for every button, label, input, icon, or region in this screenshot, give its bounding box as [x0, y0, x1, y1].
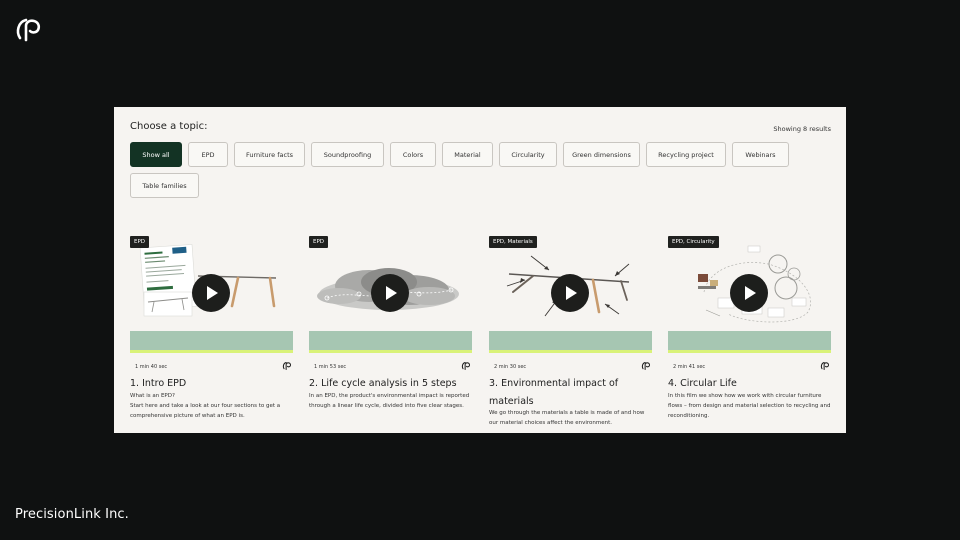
- company-name: PrecisionLink Inc.: [15, 507, 129, 522]
- video-duration: 2 min 41 sec: [673, 364, 706, 370]
- card-tag: EPD: [309, 236, 329, 248]
- brand-mini-icon: [282, 362, 292, 370]
- chip-colors[interactable]: Colors: [390, 142, 436, 167]
- card-description: In this film we show how we work with ci…: [668, 393, 831, 419]
- card-tag: EPD, Materials: [489, 236, 537, 248]
- chip-show-all[interactable]: Show all: [130, 142, 182, 167]
- chip-furniture-facts[interactable]: Furniture facts: [234, 142, 305, 167]
- play-button[interactable]: [551, 274, 589, 312]
- chip-epd[interactable]: EPD: [188, 142, 228, 167]
- play-button[interactable]: [730, 274, 768, 312]
- card-description: In an EPD, the product's environmental i…: [309, 393, 470, 409]
- video-library-panel: Choose a topic: Showing 8 results Show a…: [114, 107, 846, 433]
- play-icon: [386, 286, 397, 300]
- card-title[interactable]: 3. Environmental impact of materials: [489, 375, 652, 411]
- chip-table-families[interactable]: Table families: [130, 173, 199, 198]
- card-color-bar: [668, 331, 831, 353]
- video-duration: 2 min 30 sec: [494, 364, 527, 370]
- chip-material[interactable]: Material: [442, 142, 493, 167]
- video-card-grid: EPD 1 min 40 sec 1. Intro EPD What is an…: [130, 234, 831, 433]
- card-tag: EPD, Circularity: [668, 236, 719, 248]
- precisionlink-logo-icon: [16, 18, 41, 42]
- play-button[interactable]: [371, 274, 409, 312]
- chip-green-dimensions[interactable]: Green dimensions: [563, 142, 640, 167]
- topic-filter-chips: Show all EPD Furniture facts Soundproofi…: [130, 142, 830, 198]
- results-count: Showing 8 results: [773, 125, 831, 133]
- play-icon: [207, 286, 218, 300]
- brand-mini-icon: [461, 362, 471, 370]
- brand-mini-icon: [820, 362, 830, 370]
- video-duration: 1 min 53 sec: [314, 364, 347, 370]
- choose-topic-label: Choose a topic:: [130, 121, 208, 132]
- brand-mini-icon: [641, 362, 651, 370]
- chip-soundproofing[interactable]: Soundproofing: [311, 142, 384, 167]
- chip-circularity[interactable]: Circularity: [499, 142, 557, 167]
- card-color-bar: [309, 331, 472, 353]
- chip-recycling-project[interactable]: Recycling project: [646, 142, 726, 167]
- card-description: We go through the materials a table is m…: [489, 410, 645, 426]
- video-duration: 1 min 40 sec: [135, 364, 168, 370]
- card-tag: EPD: [130, 236, 150, 248]
- card-color-bar: [489, 331, 652, 353]
- play-button[interactable]: [192, 274, 230, 312]
- play-icon: [745, 286, 756, 300]
- play-icon: [566, 286, 577, 300]
- chip-webinars[interactable]: Webinars: [732, 142, 789, 167]
- card-description: What is an EPD? Start here and take a lo…: [130, 393, 281, 419]
- card-color-bar: [130, 331, 293, 353]
